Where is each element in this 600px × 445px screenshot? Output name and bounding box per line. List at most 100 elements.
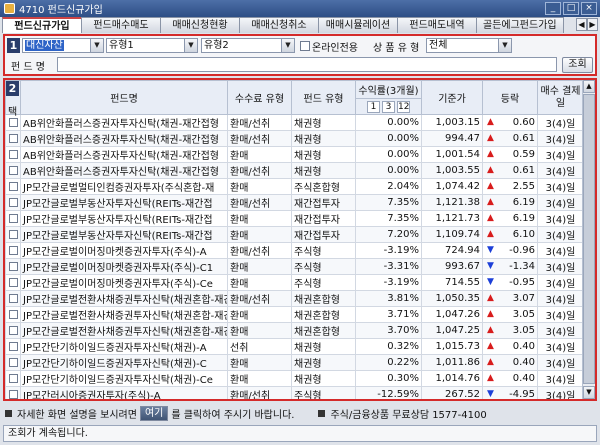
change-value: 6.10	[512, 229, 535, 240]
row-checkbox[interactable]	[5, 354, 21, 371]
help-text-post: 를 클릭하여 주시기 바랍니다.	[171, 409, 295, 421]
row-checkbox[interactable]	[5, 130, 21, 147]
table-row[interactable]: AB위안화플러스증권자투자신탁(채권-재간접형 환매 채권형 0.00% 1,001.5…	[5, 146, 584, 163]
chevron-down-icon: ▼	[184, 39, 197, 52]
return-3m-button[interactable]: 3	[382, 100, 395, 113]
tab-simulation[interactable]: 매매시뮬레이션	[318, 17, 398, 33]
row-checkbox[interactable]	[5, 338, 21, 355]
tab-fund-trade[interactable]: 펀드매수매도	[81, 17, 161, 33]
row-select-checkbox[interactable]	[8, 229, 18, 239]
row-select-checkbox[interactable]	[8, 261, 18, 271]
type2-select[interactable]: 유형2 ▼	[201, 38, 295, 53]
row-checkbox[interactable]	[5, 322, 21, 339]
table-row[interactable]: JP모간글로벌부동산자투자신탁(REITs-재간접 환매 재간접투자 7.35% 1,1…	[5, 210, 584, 227]
table-row[interactable]: JP모간단기하이일드증권자투자신탁(채권)-Ce 환매 채권형 0.30% 1,014.…	[5, 370, 584, 387]
minimize-button[interactable]: _	[545, 2, 561, 15]
return-1m-button[interactable]: 1	[367, 100, 380, 113]
tab-sell-history[interactable]: 펀드매도내역	[397, 17, 477, 33]
table-row[interactable]: JP모간글로벌전환사채증권투자신탁(채권혼합-재간 환매 채권혼합형 3.71% 1,0…	[5, 306, 584, 323]
table-row[interactable]: JP모간러시아증권자투자(주식)-A 환매/선취 주식형 -12.59% 267.52 ▼…	[5, 386, 584, 399]
row-select-checkbox[interactable]	[8, 325, 18, 335]
row-select-checkbox[interactable]	[8, 181, 18, 191]
row-checkbox[interactable]	[5, 162, 21, 179]
row-select-checkbox[interactable]	[8, 293, 18, 303]
table-row[interactable]: AB위안화플러스증권자투자신탁(채권-재간접형 환매/선취 채권형 0.00% 1,00…	[5, 114, 584, 131]
header-base-price[interactable]: 기준가	[421, 80, 483, 115]
search-button[interactable]: 조회	[562, 57, 593, 73]
tab-prev-arrow-icon[interactable]: ◀	[576, 18, 587, 31]
help-here-button[interactable]: 여기	[139, 405, 169, 421]
tab-order-status[interactable]: 매매신청현황	[160, 17, 240, 33]
row-select-checkbox[interactable]	[8, 197, 18, 207]
row-checkbox[interactable]	[5, 306, 21, 323]
change-value: 0.59	[512, 149, 535, 160]
return-12m-button[interactable]: 12	[397, 100, 410, 113]
table-row[interactable]: JP모간단기하이일드증권자투자신탁(채권)-C 환매 채권형 0.22% 1,011.8…	[5, 354, 584, 371]
row-checkbox[interactable]	[5, 258, 21, 275]
type1-select[interactable]: 유형1 ▼	[106, 38, 198, 53]
close-button[interactable]: ×	[581, 2, 597, 15]
row-checkbox[interactable]	[5, 242, 21, 259]
row-checkbox[interactable]	[5, 226, 21, 243]
buy-day-cell: 3(4)일	[537, 130, 584, 147]
tab-golden-egg[interactable]: 골든에그펀드가입	[476, 17, 564, 33]
row-checkbox[interactable]	[5, 146, 21, 163]
row-checkbox[interactable]	[5, 194, 21, 211]
header-fund-type[interactable]: 펀드 유형	[291, 80, 356, 115]
row-checkbox[interactable]	[5, 290, 21, 307]
fund-type-cell: 채권형	[291, 146, 356, 163]
row-select-checkbox[interactable]	[8, 149, 18, 159]
row-select-checkbox[interactable]	[8, 309, 18, 319]
row-checkbox[interactable]	[5, 370, 21, 387]
product-type-select[interactable]: 전체 ▼	[426, 38, 512, 53]
table-row[interactable]: JP모간글로벌멀티인컴증권자투자(주식혼합-재 환매 주식혼합형 2.04% 1,074…	[5, 178, 584, 195]
header-fee-type[interactable]: 수수료 유형	[227, 80, 292, 115]
table-row[interactable]: JP모간단기하이일드증권자투자신탁(채권)-A 선취 채권형 0.32% 1,015.7…	[5, 338, 584, 355]
header-change[interactable]: 등락	[482, 80, 538, 115]
table-row[interactable]: JP모간글로벌전환사채증권투자신탁(채권혼합-재간 환매 채권혼합형 3.70% 1,0…	[5, 322, 584, 339]
company-select[interactable]: 대신자산 ▼	[22, 38, 104, 53]
tab-next-arrow-icon[interactable]: ▶	[587, 18, 598, 31]
table-row[interactable]: JP모간글로벌전환사채증권투자신탁(채권혼합-재간 환매/선취 채권혼합형 3.81%…	[5, 290, 584, 307]
buy-day-cell: 3(4)일	[537, 354, 584, 371]
row-select-checkbox[interactable]	[8, 117, 18, 127]
table-row[interactable]: JP모간글로벌이머징마켓증권자투자(주식)-C1 환매 주식형 -3.31% 993.6…	[5, 258, 584, 275]
maximize-button[interactable]: □	[563, 2, 579, 15]
row-select-checkbox[interactable]	[8, 165, 18, 175]
scroll-down-icon[interactable]: ▼	[583, 386, 595, 399]
row-checkbox[interactable]	[5, 178, 21, 195]
return-cell: -12.59%	[355, 386, 422, 399]
header-buy-day[interactable]: 매수 결제일	[537, 80, 584, 115]
online-only-checkbox[interactable]	[300, 41, 310, 51]
table-row[interactable]: AB위안화플러스증권자투자신탁(채권-재간접형 환매/선취 채권형 0.00% 1,00…	[5, 162, 584, 179]
app-icon	[4, 3, 15, 14]
fund-name-input[interactable]	[57, 57, 557, 72]
fund-name-cell: JP모간글로벌전환사채증권투자신탁(채권혼합-재간	[20, 306, 228, 323]
row-checkbox[interactable]	[5, 386, 21, 399]
table-row[interactable]: JP모간글로벌부동산자투자신탁(REITs-재간접 환매/선취 재간접투자 7.35%…	[5, 194, 584, 211]
header-return[interactable]: 수익률(3개월)	[355, 80, 422, 99]
header-fund-name[interactable]: 펀드명	[20, 80, 228, 115]
row-select-checkbox[interactable]	[8, 245, 18, 255]
row-select-checkbox[interactable]	[8, 373, 18, 383]
row-select-checkbox[interactable]	[8, 389, 18, 399]
tab-fund-new[interactable]: 펀드신규가입	[2, 17, 82, 33]
vertical-scrollbar[interactable]: ▲ ▼	[582, 80, 595, 399]
table-row[interactable]: JP모간글로벌이머징마켓증권자투자(주식)-A 환매/선취 주식형 -3.19% 724…	[5, 242, 584, 259]
base-price-cell: 1,074.42	[421, 178, 483, 195]
scroll-up-icon[interactable]: ▲	[583, 80, 595, 93]
row-select-checkbox[interactable]	[8, 213, 18, 223]
fund-name-label: 펀 드 명	[11, 62, 45, 73]
scroll-thumb[interactable]	[583, 94, 595, 384]
row-checkbox[interactable]	[5, 210, 21, 227]
row-select-checkbox[interactable]	[8, 341, 18, 351]
table-row[interactable]: AB위안화플러스증권자투자신탁(채권-재간접형 환매/선취 채권형 0.00% 994.…	[5, 130, 584, 147]
row-checkbox[interactable]	[5, 274, 21, 291]
table-row[interactable]: JP모간글로벌이머징마켓증권자투자(주식)-Ce 환매 주식형 -3.19% 714.5…	[5, 274, 584, 291]
row-select-checkbox[interactable]	[8, 133, 18, 143]
tab-bar: 펀드신규가입 펀드매수매도 매매신청현황 매매신청취소 매매시뮬레이션 펀드매도…	[2, 17, 598, 33]
tab-order-cancel[interactable]: 매매신청취소	[239, 17, 319, 33]
row-select-checkbox[interactable]	[8, 277, 18, 287]
row-select-checkbox[interactable]	[8, 357, 18, 367]
table-row[interactable]: JP모간글로벌부동산자투자신탁(REITs-재간접 환매 재간접투자 7.20% 1,1…	[5, 226, 584, 243]
